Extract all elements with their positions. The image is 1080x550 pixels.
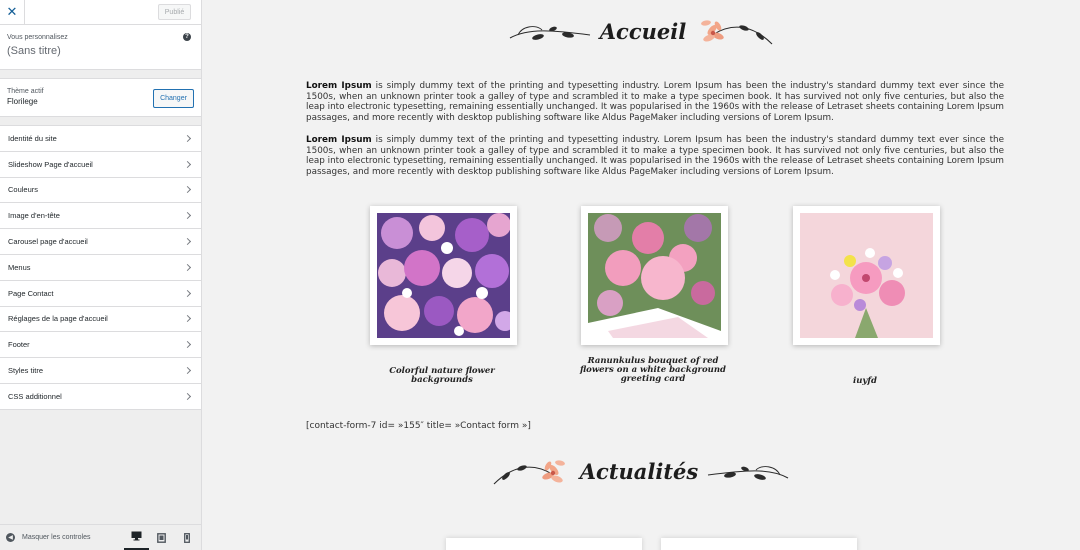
hide-controls-label: Masquer les controles <box>22 534 91 541</box>
section-label: Couleurs <box>8 185 39 195</box>
section-site-identity[interactable]: Identité du site <box>0 126 201 152</box>
section-label: Slideshow Page d'accueil <box>8 159 93 169</box>
section-label: CSS additionnel <box>8 391 62 401</box>
chevron-right-icon <box>183 212 192 220</box>
paragraph-text: is simply dummy text of the printing and… <box>306 135 1005 177</box>
publish-button[interactable]: Publié <box>158 4 191 20</box>
left-vine-ornament-icon <box>509 26 590 40</box>
section-homepage-carousel[interactable]: Carousel page d'accueil <box>0 229 201 255</box>
chevron-right-icon <box>183 186 192 194</box>
caption-iuyfd: iuyfd <box>853 376 877 386</box>
section-header-image[interactable]: Image d'en-tête <box>0 203 201 230</box>
paragraph-text: is simply dummy text of the printing and… <box>306 81 1005 123</box>
accueil-heading: Accueil <box>202 14 1080 50</box>
caption-colorful-flowers: Colorful nature flower backgrounds <box>389 366 495 385</box>
flower-photo-icon <box>800 213 933 338</box>
section-label: Identité du site <box>8 133 57 143</box>
section-label: Footer <box>8 340 30 350</box>
customizing-title: (Sans titre) <box>7 45 61 57</box>
chevron-right-icon <box>183 238 192 246</box>
device-mobile-button[interactable] <box>174 525 199 550</box>
section-colors[interactable]: Couleurs <box>0 177 201 204</box>
hide-controls-button[interactable]: ◀ Masquer les controles <box>0 533 124 542</box>
chevron-right-icon <box>183 289 192 297</box>
section-homepage-settings[interactable]: Réglages de la page d'accueil <box>0 306 201 333</box>
caption-ranunculus: Ranunkulus bouquet of red flowers on a w… <box>579 356 726 384</box>
flower-photo-icon <box>377 213 510 338</box>
section-contact-page[interactable]: Page Contact <box>0 280 201 307</box>
device-tablet-button[interactable] <box>149 525 174 550</box>
section-label: Page Contact <box>8 288 54 298</box>
section-additional-css[interactable]: CSS additionnel <box>0 383 201 410</box>
close-icon[interactable]: ✕ <box>0 0 25 24</box>
section-menus[interactable]: Menus <box>0 254 201 281</box>
section-footer[interactable]: Footer <box>0 332 201 359</box>
accueil-title: Accueil <box>599 19 687 44</box>
help-icon[interactable]: ? <box>183 33 191 41</box>
chevron-right-icon <box>183 392 192 400</box>
change-theme-button[interactable]: Changer <box>153 89 194 108</box>
section-label: Réglages de la page d'accueil <box>8 314 108 324</box>
customizer-sidebar: ✕ Publié Vous personnalisez (Sans titre)… <box>0 0 202 550</box>
gallery-photo-colorful-flowers[interactable] <box>370 206 517 345</box>
section-label: Menus <box>8 262 31 272</box>
customizing-info: Vous personnalisez (Sans titre) ? <box>0 25 201 70</box>
actualites-title: Actualités <box>579 459 699 484</box>
paragraph-lead: Lorem Ipsum <box>306 81 372 91</box>
collapse-arrow-icon: ◀ <box>6 533 15 542</box>
mobile-icon <box>183 532 190 543</box>
chevron-right-icon <box>183 315 192 323</box>
flower-ornament-icon <box>493 460 565 485</box>
sections-list: Identité du site Slideshow Page d'accuei… <box>0 125 201 410</box>
customizing-label: Vous personnalisez <box>7 34 68 41</box>
sidebar-footer: ◀ Masquer les controles <box>0 524 201 550</box>
chevron-right-icon <box>183 134 192 142</box>
chevron-right-icon <box>183 341 192 349</box>
tablet-icon <box>157 532 166 543</box>
active-theme-panel: Thème actif Florilege Changer <box>0 78 201 117</box>
desktop-icon <box>131 531 142 541</box>
chevron-right-icon <box>183 367 192 375</box>
section-label: Carousel page d'accueil <box>8 237 88 247</box>
news-card[interactable] <box>661 538 857 550</box>
gallery-photo-ranunculus[interactable] <box>581 206 728 345</box>
section-title-styles[interactable]: Styles titre <box>0 358 201 384</box>
actualites-heading: Actualités <box>202 454 1080 490</box>
right-vine-ornament-icon <box>708 466 789 480</box>
section-homepage-slideshow[interactable]: Slideshow Page d'accueil <box>0 151 201 178</box>
gallery-photo-iuyfd[interactable] <box>793 206 940 345</box>
flower-photo-icon <box>588 213 721 338</box>
intro-paragraph-1: Lorem Ipsum is simply dummy text of the … <box>306 81 1004 123</box>
sidebar-header: ✕ Publié <box>0 0 201 25</box>
contact-form-shortcode: [contact-form-7 id= »155″ title= »Contac… <box>306 421 531 431</box>
chevron-right-icon <box>183 263 192 271</box>
chevron-right-icon <box>183 160 192 168</box>
paragraph-lead: Lorem Ipsum <box>306 135 372 145</box>
flower-ornament-icon <box>701 20 773 45</box>
section-label: Styles titre <box>8 366 44 376</box>
intro-paragraph-2: Lorem Ipsum is simply dummy text of the … <box>306 135 1004 177</box>
site-preview: Accueil Lorem Ipsum is simply dummy text… <box>202 0 1080 550</box>
section-label: Image d'en-tête <box>8 211 60 221</box>
device-desktop-button[interactable] <box>124 525 149 550</box>
news-card[interactable] <box>446 538 642 550</box>
